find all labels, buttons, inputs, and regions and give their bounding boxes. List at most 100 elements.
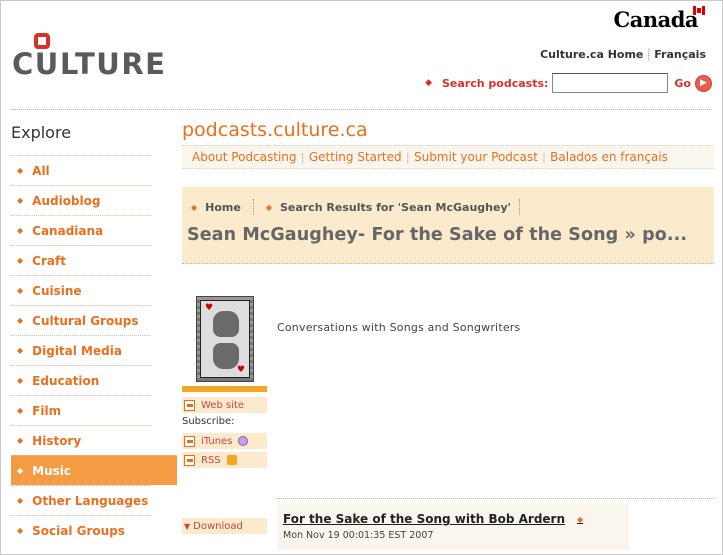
breadcrumb-divider xyxy=(252,199,254,215)
sidebar-item-label: Cultural Groups xyxy=(32,313,139,328)
external-link-icon xyxy=(184,435,195,447)
heart-icon: ♥ xyxy=(236,365,245,375)
breadcrumb-home[interactable]: Home xyxy=(205,201,241,214)
culture-logo[interactable]: CULTURE xyxy=(12,33,165,81)
subnav-getting-started[interactable]: Getting Started xyxy=(309,150,402,164)
canada-wordmark-text: Canada xyxy=(613,7,699,32)
canada-wordmark: Canada xyxy=(613,6,705,32)
separator-icon: ⸽ xyxy=(406,153,409,164)
sidebar-item-label: All xyxy=(32,163,50,178)
portrait-image xyxy=(213,311,239,337)
subnav-balados-francais[interactable]: Balados en français xyxy=(550,150,668,164)
rss-icon xyxy=(226,455,237,465)
arrow-right-icon: ◆ xyxy=(17,286,24,295)
sidebar-item-music[interactable]: ◆ Music xyxy=(11,455,177,485)
sidebar-item-film[interactable]: ◆ Film xyxy=(11,395,151,425)
search-input[interactable] xyxy=(552,73,669,93)
sidebar-item-label: Digital Media xyxy=(32,343,122,358)
portrait-image xyxy=(213,343,239,369)
search-label: Search podcasts: xyxy=(441,76,549,90)
podcast-links: Web site Subscribe: iTunes RSS xyxy=(182,397,267,471)
episode-box: For the Sake of the Song with Bob Ardern… xyxy=(277,504,629,550)
site-title[interactable]: podcasts.culture.ca xyxy=(182,119,714,145)
arrow-right-icon: ◆ xyxy=(17,526,24,535)
sidebar-item-audioblog[interactable]: ◆ Audioblog xyxy=(11,185,151,215)
arrow-right-icon: ◆ xyxy=(577,514,584,524)
sidebar-item-digital-media[interactable]: ◆ Digital Media xyxy=(11,335,151,365)
subnav-about-podcasting[interactable]: About Podcasting xyxy=(192,150,297,164)
subnav-submit-podcast[interactable]: Submit your Podcast xyxy=(414,150,538,164)
breadcrumb-divider xyxy=(519,199,521,215)
separator-icon: ⸽ xyxy=(542,153,546,164)
sidebar-title: Explore xyxy=(11,123,72,142)
sidebar-item-label: Education xyxy=(32,373,100,388)
sidebar-item-social-groups[interactable]: ◆ Social Groups xyxy=(11,515,151,545)
explore-sidebar: Explore ◆ All ◆ Audioblog ◆ Canadiana ◆ Craf… xyxy=(11,123,177,545)
sidebar-item-cuisine[interactable]: ◆ Cuisine xyxy=(11,275,151,305)
sidebar-item-craft[interactable]: ◆ Craft xyxy=(11,245,151,275)
arrow-right-icon: ◆ xyxy=(17,226,24,235)
episode-date: Mon Nov 19 00:01:35 EST 2007 xyxy=(283,530,434,541)
sidebar-item-label: Social Groups xyxy=(32,523,125,538)
breadcrumb: ◆ Home ◆ Search Results for 'Sean McGaug… xyxy=(187,197,714,217)
arrow-right-icon: ◆ xyxy=(17,496,24,505)
rss-subscribe-link[interactable]: RSS xyxy=(182,452,267,468)
search-go-label[interactable]: Go xyxy=(674,77,691,90)
website-link[interactable]: Web site xyxy=(182,397,267,413)
external-link-icon xyxy=(184,454,195,466)
sidebar-item-label: Audioblog xyxy=(32,193,101,208)
podcast-cover-image[interactable]: ♥ ♥ xyxy=(196,296,254,382)
podcast-description: Conversations with Songs and Songwriters xyxy=(277,321,521,334)
subscribe-label: Subscribe: xyxy=(182,416,235,427)
sidebar-item-label: Music xyxy=(32,463,72,478)
sidebar-item-history[interactable]: ◆ History xyxy=(11,425,151,455)
download-arrow-icon: ▼ xyxy=(184,521,191,531)
top-links: Culture.ca Home ⸽ Français xyxy=(540,47,706,62)
arrow-right-icon: ◆ xyxy=(17,376,24,385)
sidebar-item-label: Film xyxy=(32,403,62,418)
canada-flag-icon xyxy=(693,6,705,15)
arrow-right-icon: ◆ xyxy=(17,346,24,355)
sidebar-item-label: Canadiana xyxy=(32,223,104,238)
website-link-label: Web site xyxy=(201,399,245,411)
podcast-subnav: About Podcasting ⸽ Getting Started ⸽ Sub… xyxy=(182,145,714,169)
podcast-search: ◆ Search podcasts: Go ▶ xyxy=(425,73,712,93)
arrow-right-icon: ◆ xyxy=(425,78,432,88)
sidebar-item-cultural-groups[interactable]: ◆ Cultural Groups xyxy=(11,305,151,335)
cover-underline-bar xyxy=(182,386,267,392)
separator-icon: ⸽ xyxy=(647,48,651,61)
itunes-subscribe-link[interactable]: iTunes xyxy=(182,433,267,449)
sidebar-item-label: Craft xyxy=(32,253,66,268)
arrow-right-icon: ◆ xyxy=(17,316,24,325)
sidebar-item-label: History xyxy=(32,433,82,448)
episode-title[interactable]: For the Sake of the Song with Bob Ardern… xyxy=(283,512,629,526)
arrow-right-icon: ◆ xyxy=(17,166,24,175)
download-label: Download xyxy=(193,520,243,532)
breadcrumb-search-results[interactable]: Search Results for 'Sean McGaughey' xyxy=(280,201,511,214)
sidebar-item-education[interactable]: ◆ Education xyxy=(11,365,151,395)
go-button-icon[interactable]: ▶ xyxy=(695,74,712,92)
breadcrumb-panel: ◆ Home ◆ Search Results for 'Sean McGaug… xyxy=(182,187,714,264)
sidebar-item-label: Cuisine xyxy=(32,283,82,298)
sidebar-item-other-languages[interactable]: ◆ Other Languages xyxy=(11,485,151,515)
arrow-right-icon: ◆ xyxy=(17,406,24,415)
download-button[interactable]: ▼ Download xyxy=(182,518,267,534)
sidebar-item-canadiana[interactable]: ◆ Canadiana xyxy=(11,215,151,245)
main-content: podcasts.culture.ca About Podcasting ⸽ G… xyxy=(182,119,714,550)
itunes-label: iTunes xyxy=(201,435,233,447)
sidebar-item-label: Other Languages xyxy=(32,493,149,508)
sidebar-item-all[interactable]: ◆ All xyxy=(11,155,151,185)
rss-label: RSS xyxy=(201,454,221,466)
culture-home-link[interactable]: Culture.ca Home xyxy=(540,48,643,61)
itunes-icon xyxy=(238,436,249,446)
playing-card-image: ♥ ♥ xyxy=(200,300,250,378)
episode-title-text: For the Sake of the Song with Bob Ardern xyxy=(283,512,566,526)
episode-divider xyxy=(277,498,714,499)
arrow-right-icon: ◆ xyxy=(17,196,24,205)
heart-icon: ♥ xyxy=(205,303,214,313)
arrow-right-icon: ◆ xyxy=(17,436,24,445)
arrow-right-icon: ◆ xyxy=(17,256,24,265)
arrow-right-icon: ◆ xyxy=(191,202,198,212)
francais-link[interactable]: Français xyxy=(654,48,706,61)
header-divider xyxy=(11,109,712,110)
